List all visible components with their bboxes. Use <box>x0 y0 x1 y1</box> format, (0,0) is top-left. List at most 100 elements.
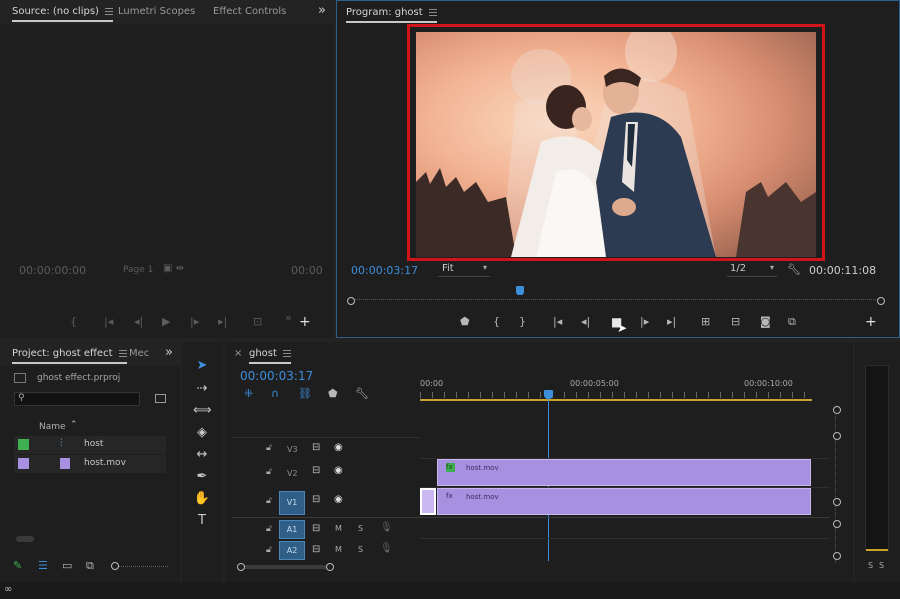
tab-effect-controls[interactable]: Effect Controls <box>213 6 286 17</box>
eye-icon[interactable]: ◉ <box>334 494 343 505</box>
wrench-icon[interactable]: 🔧︎ <box>787 264 801 276</box>
timeline-clip-v2[interactable]: fx host.mov <box>437 459 811 486</box>
timeline-ruler[interactable]: 00:00 00:00:05:00 00:00:10:00 <box>420 372 820 402</box>
add-marker-icon[interactable]: ⬟ <box>460 316 470 328</box>
track-select-tool-icon[interactable]: ⇢ <box>193 380 211 398</box>
go-to-out-icon[interactable]: ▸| <box>218 316 227 328</box>
mark-in-icon[interactable]: { <box>493 316 500 328</box>
insert-icon[interactable]: ⊡ <box>253 316 262 328</box>
track-target-a1[interactable]: A1 <box>279 520 305 539</box>
project-item-row[interactable]: ⫶ host <box>14 436 166 454</box>
list-view-icon[interactable]: ☰ <box>38 560 48 572</box>
track-target-a2[interactable]: A2 <box>279 541 305 560</box>
sync-lock-icon[interactable]: ⊟ <box>312 465 320 476</box>
close-icon[interactable]: × <box>234 348 242 359</box>
sync-lock-icon[interactable]: ⊟ <box>312 494 320 505</box>
source-timecode[interactable]: 00:00:00:00 <box>19 264 86 277</box>
zoom-slider[interactable] <box>113 566 168 567</box>
fit-dropdown[interactable]: Fit ▾ <box>438 263 490 277</box>
nest-icon[interactable]: ⁜ <box>244 388 253 400</box>
hand-tool-icon[interactable]: ✋ <box>193 490 211 508</box>
step-back-icon[interactable]: ◂| <box>134 316 143 328</box>
mute-button[interactable]: M <box>335 545 342 554</box>
comparison-view-icon[interactable]: ⧉ <box>788 316 796 328</box>
track-target-v1[interactable]: V1 <box>279 491 305 515</box>
label-color-swatch[interactable] <box>18 439 29 450</box>
panel-menu-icon[interactable] <box>282 350 291 357</box>
panel-menu-icon[interactable] <box>118 350 127 357</box>
timeline-timecode[interactable]: 00:00:03:17 <box>240 369 313 383</box>
microphone-icon[interactable]: 🎙︎ <box>380 522 393 533</box>
snap-magnet-icon[interactable]: ∩ <box>271 388 279 400</box>
extract-icon[interactable]: ⊟ <box>731 316 740 328</box>
more-controls-icon[interactable]: » <box>285 312 292 324</box>
solo-left-button[interactable]: S <box>868 561 873 570</box>
program-scrub-bar[interactable] <box>350 299 882 303</box>
add-button-icon[interactable]: + <box>299 315 311 329</box>
go-to-in-icon[interactable]: |◂ <box>104 316 113 328</box>
solo-button[interactable]: S <box>358 524 363 533</box>
linked-selection-icon[interactable]: ⛓︎ <box>298 388 312 400</box>
sync-lock-icon[interactable]: ⊟ <box>312 523 320 534</box>
step-forward-icon[interactable]: |▸ <box>640 316 649 328</box>
new-search-bin-icon[interactable] <box>155 394 166 403</box>
wrench-icon[interactable]: 🔧︎ <box>355 388 369 400</box>
label-color-swatch[interactable] <box>18 458 29 469</box>
icon-view-icon[interactable]: ▭ <box>62 560 72 572</box>
work-area-bar[interactable] <box>420 399 812 401</box>
project-item-row[interactable]: host.mov <box>14 455 166 473</box>
lock-icon[interactable]: 🔓︎ <box>266 443 272 453</box>
scrub-start-handle[interactable] <box>347 297 355 305</box>
tab-lumetri-scopes[interactable]: Lumetri Scopes <box>118 6 195 17</box>
vscroll-handle[interactable] <box>833 498 841 506</box>
mark-in-icon[interactable]: { <box>70 316 77 328</box>
sort-ascending-icon[interactable]: ⌃ <box>70 420 78 430</box>
solo-button[interactable]: S <box>358 545 363 554</box>
razor-tool-icon[interactable]: ◈ <box>193 424 211 442</box>
hscroll-end-handle[interactable] <box>326 563 334 571</box>
timeline-clip-v1[interactable]: fx host.mov <box>437 488 811 515</box>
tab-source[interactable]: Source: (no clips) <box>12 6 113 22</box>
sync-lock-icon[interactable]: ⊟ <box>312 442 320 453</box>
hscroll-start-handle[interactable] <box>237 563 245 571</box>
step-forward-icon[interactable]: |▸ <box>190 316 199 328</box>
horizontal-scrollbar[interactable] <box>241 565 330 569</box>
ripple-edit-tool-icon[interactable]: ⟺ <box>193 402 212 420</box>
vscroll-handle[interactable] <box>833 432 841 440</box>
pen-tool-icon[interactable]: ✒ <box>193 468 211 486</box>
tab-sequence[interactable]: ghost <box>249 348 291 364</box>
freeform-view-icon[interactable]: ⧉ <box>86 560 94 572</box>
go-to-out-icon[interactable]: ▸| <box>667 316 676 328</box>
project-search-input[interactable]: ⚲ <box>14 392 140 406</box>
project-scrollbar[interactable] <box>16 536 34 542</box>
vscroll-handle[interactable] <box>833 520 841 528</box>
export-frame-camera-icon[interactable]: ◙ <box>760 316 771 328</box>
type-tool-icon[interactable]: T <box>193 512 211 530</box>
lock-icon[interactable]: 🔓︎ <box>266 524 272 534</box>
lock-icon[interactable]: 🔓︎ <box>266 496 272 506</box>
eye-icon[interactable]: ◉ <box>334 442 343 453</box>
creative-cloud-icon[interactable]: ∞ <box>4 584 12 595</box>
zoom-slider-handle[interactable] <box>111 562 119 570</box>
scrub-end-handle[interactable] <box>877 297 885 305</box>
slip-tool-icon[interactable]: ↔ <box>193 446 211 464</box>
panel-menu-icon[interactable] <box>104 8 113 15</box>
lift-icon[interactable]: ⊞ <box>701 316 710 328</box>
add-marker-icon[interactable]: ⬟ <box>328 388 338 400</box>
tab-program[interactable]: Program: ghost <box>346 7 437 23</box>
solo-right-button[interactable]: S <box>879 561 884 570</box>
panel-menu-icon[interactable] <box>428 9 437 16</box>
timeline-clip-v1-start[interactable] <box>420 488 436 515</box>
add-button-icon[interactable]: + <box>865 315 877 329</box>
program-playhead[interactable] <box>516 286 524 295</box>
tab-media-browser[interactable]: Mec <box>129 348 149 359</box>
mark-out-icon[interactable]: } <box>519 316 526 328</box>
eye-icon[interactable]: ◉ <box>334 465 343 476</box>
mute-button[interactable]: M <box>335 524 342 533</box>
selection-tool-icon[interactable]: ➤ <box>193 357 211 375</box>
tab-project[interactable]: Project: ghost effect <box>12 348 127 364</box>
vscroll-handle[interactable] <box>833 552 841 560</box>
lock-icon[interactable]: 🔓︎ <box>266 467 272 477</box>
program-monitor-video[interactable] <box>416 32 816 257</box>
go-to-in-icon[interactable]: |◂ <box>553 316 562 328</box>
